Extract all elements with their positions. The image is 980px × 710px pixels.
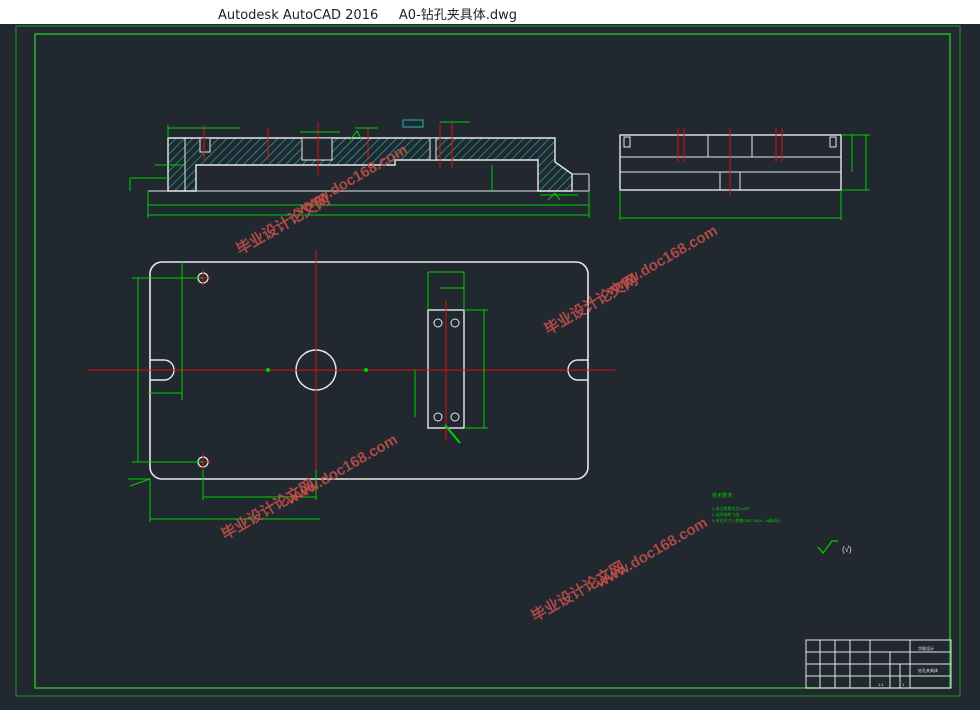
title-block-company: 华联设计: [918, 645, 934, 651]
note-2: 2.去除毛刺飞边: [712, 511, 739, 517]
title-block-drawing-name: 钻孔夹具体: [918, 667, 938, 673]
title-block-scale: 1:1: [878, 682, 884, 687]
watermarks: 毕业设计论文网 www.doc168.com 毕业设计论文网 www.doc16…: [218, 141, 721, 625]
window-title: Autodesk AutoCAD 2016 A0-钻孔夹具体.dwg: [218, 8, 518, 23]
top-view[interactable]: [88, 250, 615, 522]
side-view[interactable]: [619, 128, 870, 220]
watermark-url: www.doc168.com: [593, 514, 711, 592]
roughness-symbol: (√): [817, 540, 852, 554]
technical-notes: 技术要求 1.未注倒角均为1x45° 2.去除毛刺飞边 3.未注尺寸公差按GB/…: [712, 492, 781, 523]
sheet-inner-border: [34, 33, 951, 689]
sheet-outer-border: [15, 25, 961, 697]
title-block-sheet: 1: [902, 682, 905, 687]
notes-heading: 技术要求: [712, 492, 732, 499]
drawing-canvas[interactable]: 技术要求 1.未注倒角均为1x45° 2.去除毛刺飞边 3.未注尺寸公差按GB/…: [0, 24, 980, 705]
note-1: 1.未注倒角均为1x45°: [712, 505, 750, 511]
title-bar: Autodesk AutoCAD 2016 A0-钻孔夹具体.dwg: [0, 0, 980, 24]
watermark-url: www.doc168.com: [283, 431, 401, 509]
roughness-label: (√): [842, 545, 852, 554]
watermark-url: www.doc168.com: [603, 222, 721, 300]
note-3: 3.未注尺寸公差按GB/T1804—m级执行: [712, 517, 781, 523]
title-block[interactable]: 华联设计 钻孔夹具体 1:1 1: [805, 639, 952, 689]
